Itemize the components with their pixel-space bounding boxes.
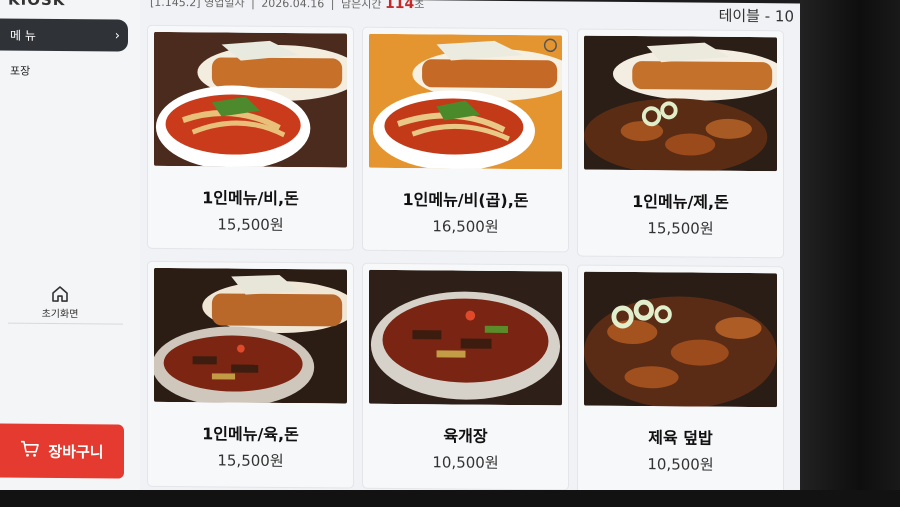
menu-item-name: 1인메뉴/육,돈 <box>202 424 299 445</box>
divider <box>8 322 123 325</box>
cart-icon <box>20 440 40 462</box>
menu-card[interactable]: 1인메뉴/비(곱),돈 16,500원 <box>363 27 568 252</box>
home-button[interactable]: 초기화면 <box>20 285 100 321</box>
food-image <box>369 33 562 170</box>
device-bezel <box>800 0 900 507</box>
menu-item-price: 15,500원 <box>217 215 284 234</box>
food-image <box>369 269 562 406</box>
remaining-time-value: 114 <box>384 0 415 13</box>
status-bar: [1.145.2] 영업일자 | 2026.04.16 | 남은시간 114초 <box>150 0 424 12</box>
menu-item-name: 육개장 <box>443 426 488 446</box>
menu-item-price: 16,500원 <box>432 217 499 236</box>
menu-grid: 1인메뉴/비,돈 15,500원 1인메뉴/비(곱),돈 16,500원 1인메… <box>148 25 788 499</box>
food-image <box>154 31 347 168</box>
menu-item-price: 10,500원 <box>647 455 714 474</box>
menu-item-price: 10,500원 <box>432 453 499 472</box>
menu-item-price: 15,500원 <box>217 451 284 470</box>
sidebar-item-menu[interactable]: 메 뉴 › <box>0 18 128 52</box>
sidebar-item-takeout[interactable]: 포장 <box>10 63 30 79</box>
sidebar: KIOSK 메 뉴 › 포장 초기화면 장바구니 <box>0 0 140 493</box>
menu-item-name: 1인메뉴/제,돈 <box>632 192 729 212</box>
brand-logo: KIOSK <box>8 0 65 9</box>
business-date-label: 영업일자 <box>204 0 245 10</box>
menu-item-name: 제육 덮밥 <box>648 428 713 448</box>
food-image <box>584 35 777 172</box>
kiosk-screen: KIOSK 메 뉴 › 포장 초기화면 장바구니 <box>0 0 800 499</box>
cart-button[interactable]: 장바구니 <box>0 423 124 479</box>
home-label: 초기화면 <box>41 308 79 321</box>
menu-card[interactable]: 1인메뉴/육,돈 15,500원 <box>148 261 353 488</box>
chevron-right-icon: › <box>114 28 120 44</box>
menu-card[interactable]: 제육 덮밥 10,500원 <box>578 265 783 498</box>
remaining-time-unit: 초 <box>414 0 425 12</box>
device-bezel-bottom <box>0 490 900 507</box>
menu-card[interactable]: 육개장 10,500원 <box>363 263 568 490</box>
home-icon <box>20 285 100 304</box>
business-date: 2026.04.16 <box>261 0 325 11</box>
remaining-time-label: 남은시간 <box>340 0 382 11</box>
menu-item-name: 1인메뉴/비(곱),돈 <box>402 190 529 211</box>
app-version: [1.145.2] <box>150 0 201 10</box>
menu-item-price: 15,500원 <box>647 219 714 238</box>
menu-card[interactable]: 1인메뉴/제,돈 15,500원 <box>578 29 783 258</box>
food-image <box>584 271 777 408</box>
menu-item-name: 1인메뉴/비,돈 <box>202 188 299 209</box>
food-image <box>154 267 347 404</box>
table-number: 테이블 - 10 <box>718 6 794 26</box>
cart-label: 장바구니 <box>48 442 104 461</box>
sidebar-item-label: 메 뉴 <box>10 28 36 43</box>
menu-card[interactable]: 1인메뉴/비,돈 15,500원 <box>148 25 353 250</box>
